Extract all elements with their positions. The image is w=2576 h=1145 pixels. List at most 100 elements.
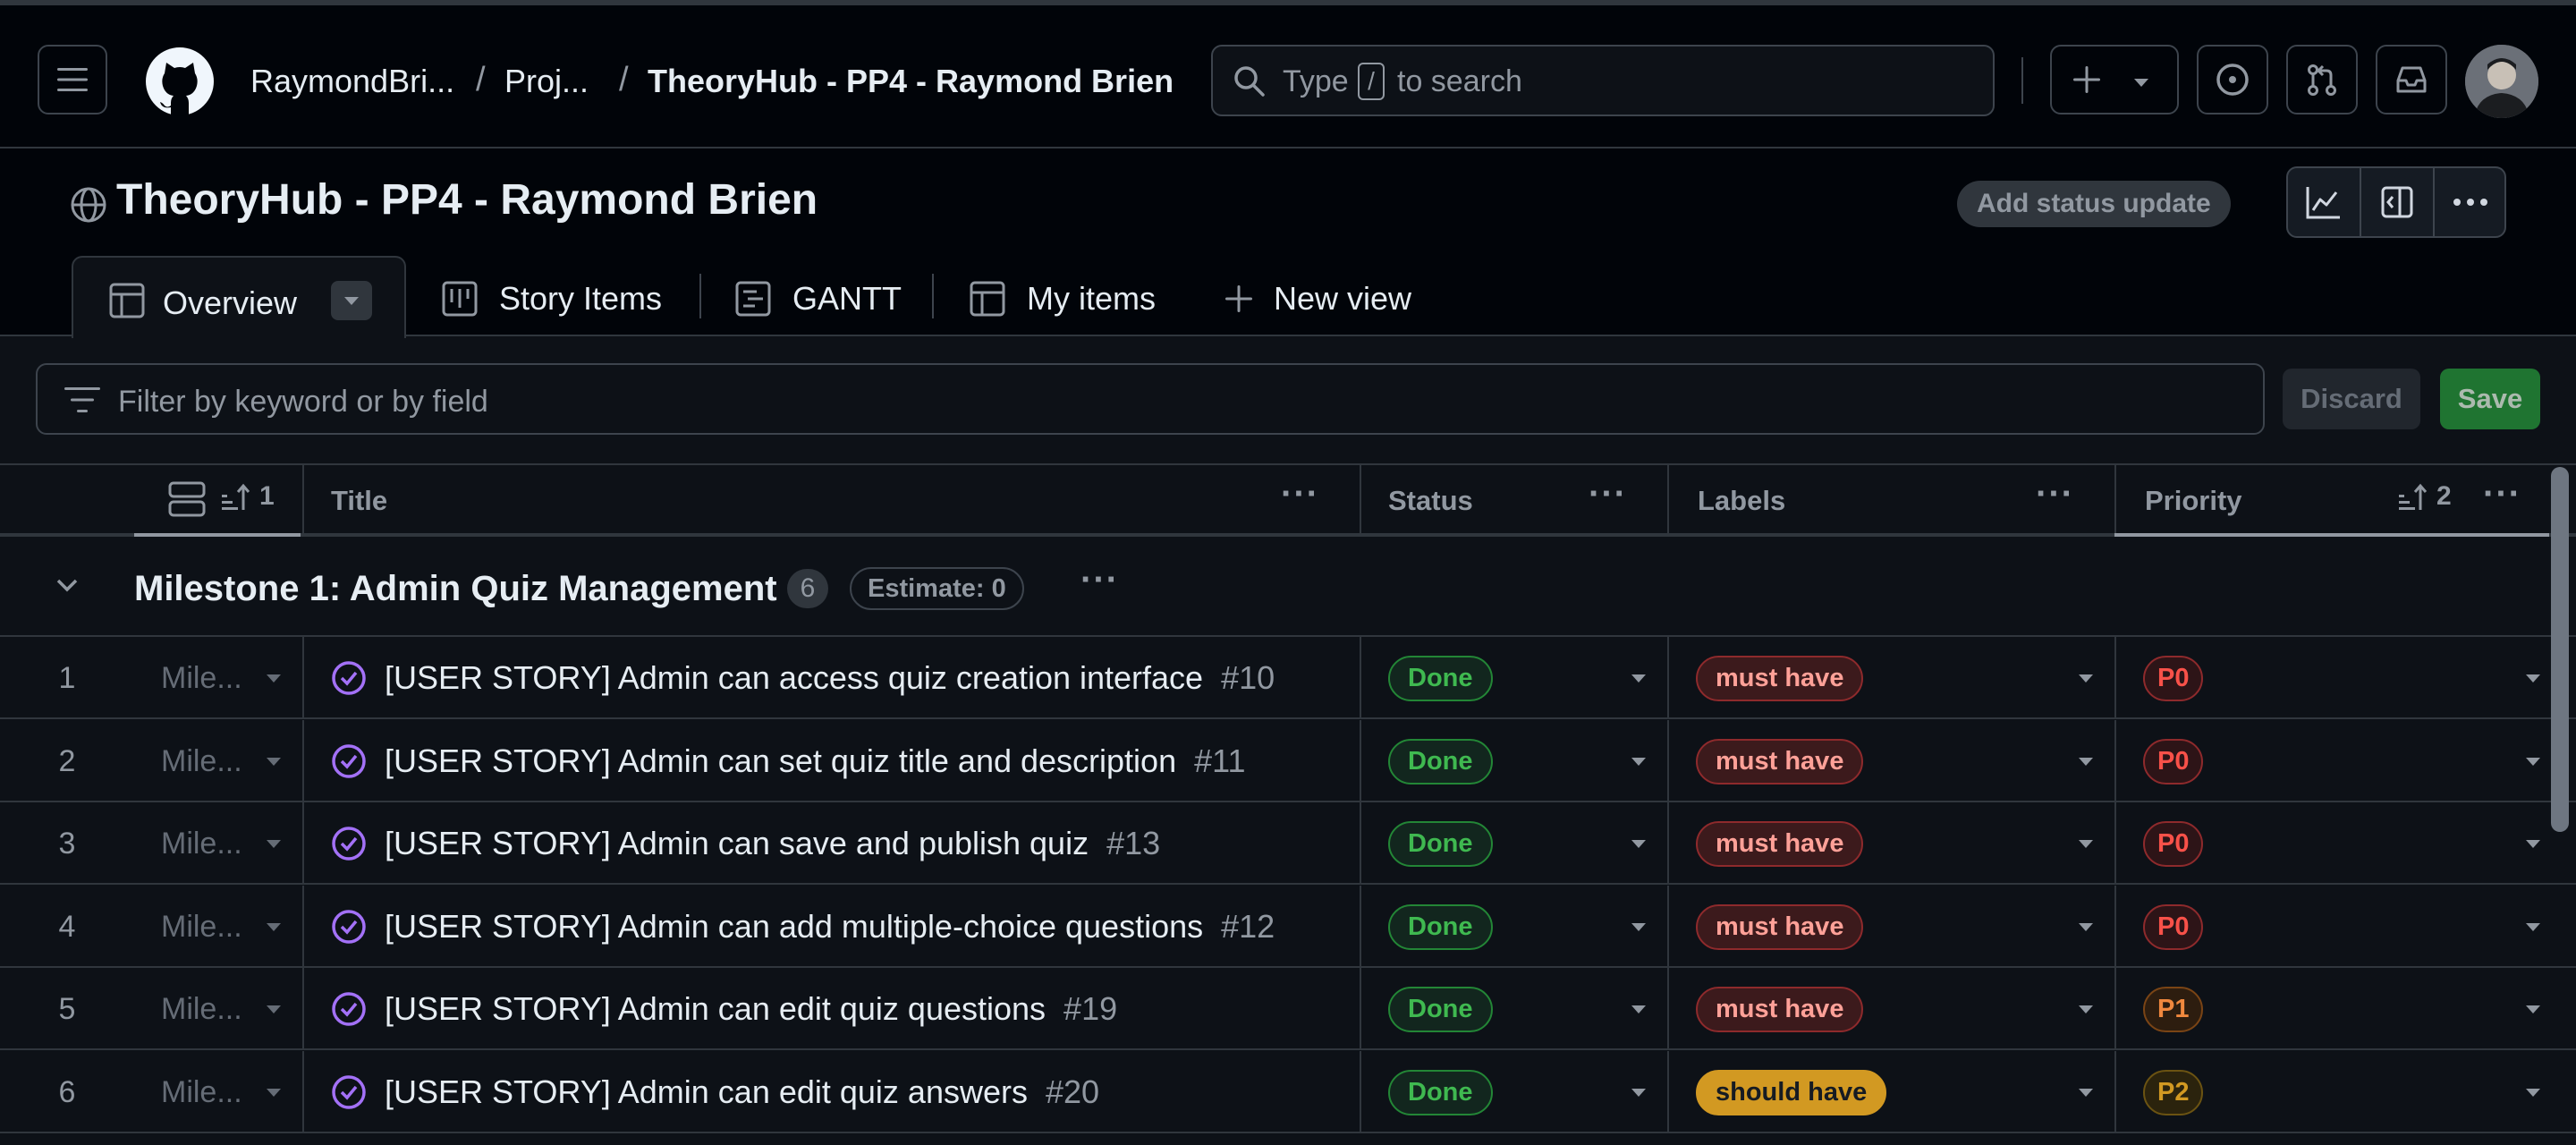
group-menu-icon[interactable]: ··· xyxy=(1080,560,1119,600)
column-menu-icon[interactable]: ··· xyxy=(1589,474,1627,514)
chevron-down-icon[interactable] xyxy=(2079,923,2093,931)
save-button[interactable]: Save xyxy=(2440,369,2540,429)
chevron-down-icon[interactable] xyxy=(267,758,281,766)
status-cell[interactable]: Done xyxy=(1388,886,1657,968)
labels-cell[interactable]: must have xyxy=(1696,637,2089,719)
chevron-down-icon[interactable] xyxy=(2079,840,2093,848)
pull-requests-button[interactable] xyxy=(2286,45,2358,114)
chevron-down-icon[interactable] xyxy=(1631,840,1646,848)
chevron-down-icon[interactable] xyxy=(2526,758,2540,766)
column-header-title[interactable]: Title xyxy=(331,485,387,517)
chevron-down-icon[interactable] xyxy=(2079,674,2093,683)
tab-new-view[interactable]: New view xyxy=(1224,261,1411,336)
issue-number[interactable]: #19 xyxy=(1063,990,1117,1028)
column-header-status[interactable]: Status xyxy=(1388,485,1473,517)
table-row[interactable]: 4 Mile... [USER STORY] Admin can add mul… xyxy=(0,886,2576,968)
issue-number[interactable]: #10 xyxy=(1221,659,1275,697)
labels-cell[interactable]: must have xyxy=(1696,886,2089,968)
status-cell[interactable]: Done xyxy=(1388,968,1657,1050)
side-panel-button[interactable] xyxy=(2361,168,2433,236)
status-cell[interactable]: Done xyxy=(1388,637,1657,719)
chevron-down-icon[interactable] xyxy=(55,578,79,594)
chevron-down-icon[interactable] xyxy=(267,1005,281,1014)
discard-button[interactable]: Discard xyxy=(2283,369,2420,429)
labels-cell[interactable]: should have xyxy=(1696,1051,2089,1133)
breadcrumb-project-title[interactable]: TheoryHub - PP4 - Raymond Brien xyxy=(648,63,1174,100)
chevron-down-icon[interactable] xyxy=(1631,1005,1646,1014)
scrollbar-thumb[interactable] xyxy=(2551,467,2569,832)
inbox-button[interactable] xyxy=(2376,45,2447,114)
chevron-down-icon[interactable] xyxy=(267,840,281,848)
issue-title-link[interactable]: [USER STORY] Admin can set quiz title an… xyxy=(385,742,1176,780)
chevron-down-icon[interactable] xyxy=(2526,840,2540,848)
chevron-down-icon[interactable] xyxy=(267,1089,281,1097)
sort-ascending-icon[interactable] xyxy=(222,483,250,512)
tab-story-items[interactable]: Story Items xyxy=(442,261,662,336)
tab-gantt[interactable]: GANTT xyxy=(735,261,902,336)
chevron-down-icon[interactable] xyxy=(267,674,281,683)
avatar[interactable] xyxy=(2465,45,2538,118)
chevron-down-icon[interactable] xyxy=(1631,758,1646,766)
sidebar-expand-icon xyxy=(2380,185,2414,219)
sort-ascending-icon[interactable] xyxy=(2399,483,2428,512)
chevron-down-icon[interactable] xyxy=(2526,1089,2540,1097)
issue-title-link[interactable]: [USER STORY] Admin can access quiz creat… xyxy=(385,659,1203,697)
priority-cell[interactable]: P0 xyxy=(2143,720,2411,802)
column-menu-icon[interactable]: ··· xyxy=(2483,474,2521,514)
issue-title-link[interactable]: [USER STORY] Admin can edit quiz questio… xyxy=(385,990,1046,1028)
priority-cell[interactable]: P1 xyxy=(2143,968,2411,1050)
tab-overview[interactable]: Overview xyxy=(72,256,406,340)
breadcrumb-projects[interactable]: Proj... xyxy=(504,63,589,100)
chevron-down-icon[interactable] xyxy=(1631,1089,1646,1097)
chevron-down-icon[interactable] xyxy=(267,923,281,931)
menu-button[interactable] xyxy=(38,45,107,114)
labels-cell[interactable]: must have xyxy=(1696,720,2089,802)
table-row[interactable]: 3 Mile... [USER STORY] Admin can save an… xyxy=(0,802,2576,885)
issue-number[interactable]: #11 xyxy=(1194,742,1245,780)
table-row[interactable]: 6 Mile... [USER STORY] Admin can edit qu… xyxy=(0,1051,2576,1133)
priority-cell[interactable]: P2 xyxy=(2143,1051,2411,1133)
issues-button[interactable] xyxy=(2197,45,2268,114)
chevron-down-icon[interactable] xyxy=(2526,674,2540,683)
issue-number[interactable]: #12 xyxy=(1221,908,1275,946)
status-cell[interactable]: Done xyxy=(1388,720,1657,802)
issue-number[interactable]: #13 xyxy=(1106,825,1160,862)
priority-cell[interactable]: P0 xyxy=(2143,886,2411,968)
table-row[interactable]: 5 Mile... [USER STORY] Admin can edit qu… xyxy=(0,968,2576,1050)
tab-options-button[interactable] xyxy=(331,281,372,320)
chevron-down-icon[interactable] xyxy=(1631,674,1646,683)
chevron-down-icon[interactable] xyxy=(2526,1005,2540,1014)
table-row[interactable]: 2 Mile... [USER STORY] Admin can set qui… xyxy=(0,720,2576,802)
add-status-update-button[interactable]: Add status update xyxy=(1957,181,2231,227)
column-divider xyxy=(1667,1051,1669,1133)
more-options-button[interactable] xyxy=(2435,168,2506,236)
insights-button[interactable] xyxy=(2288,168,2360,236)
table-row[interactable]: 1 Mile... [USER STORY] Admin can access … xyxy=(0,637,2576,719)
issue-number[interactable]: #20 xyxy=(1046,1073,1099,1111)
labels-cell[interactable]: must have xyxy=(1696,968,2089,1050)
priority-cell[interactable]: P0 xyxy=(2143,802,2411,885)
chevron-down-icon[interactable] xyxy=(2079,758,2093,766)
chevron-down-icon[interactable] xyxy=(2526,923,2540,931)
status-cell[interactable]: Done xyxy=(1388,1051,1657,1133)
column-menu-icon[interactable]: ··· xyxy=(1281,474,1319,514)
chevron-down-icon[interactable] xyxy=(2079,1089,2093,1097)
filter-input[interactable]: Filter by keyword or by field xyxy=(36,363,2265,435)
issue-title-link[interactable]: [USER STORY] Admin can edit quiz answers xyxy=(385,1073,1028,1111)
breadcrumb-owner[interactable]: RaymondBri... xyxy=(250,63,454,100)
issue-title-link[interactable]: [USER STORY] Admin can save and publish … xyxy=(385,825,1089,862)
chevron-down-icon[interactable] xyxy=(2079,1005,2093,1014)
column-header-labels[interactable]: Labels xyxy=(1698,485,1785,517)
create-new-button[interactable] xyxy=(2050,45,2179,114)
github-logo-icon[interactable] xyxy=(145,47,215,116)
status-cell[interactable]: Done xyxy=(1388,802,1657,885)
column-header-priority[interactable]: Priority xyxy=(2145,485,2242,517)
chevron-down-icon[interactable] xyxy=(1631,923,1646,931)
column-menu-icon[interactable]: ··· xyxy=(2036,474,2074,514)
labels-cell[interactable]: must have xyxy=(1696,802,2089,885)
search-input[interactable]: Type / to search xyxy=(1211,45,1995,116)
tab-my-items[interactable]: My items xyxy=(970,261,1156,336)
issue-title-link[interactable]: [USER STORY] Admin can add multiple-choi… xyxy=(385,908,1203,946)
priority-cell[interactable]: P0 xyxy=(2143,637,2411,719)
group-by-icon[interactable] xyxy=(168,481,206,517)
